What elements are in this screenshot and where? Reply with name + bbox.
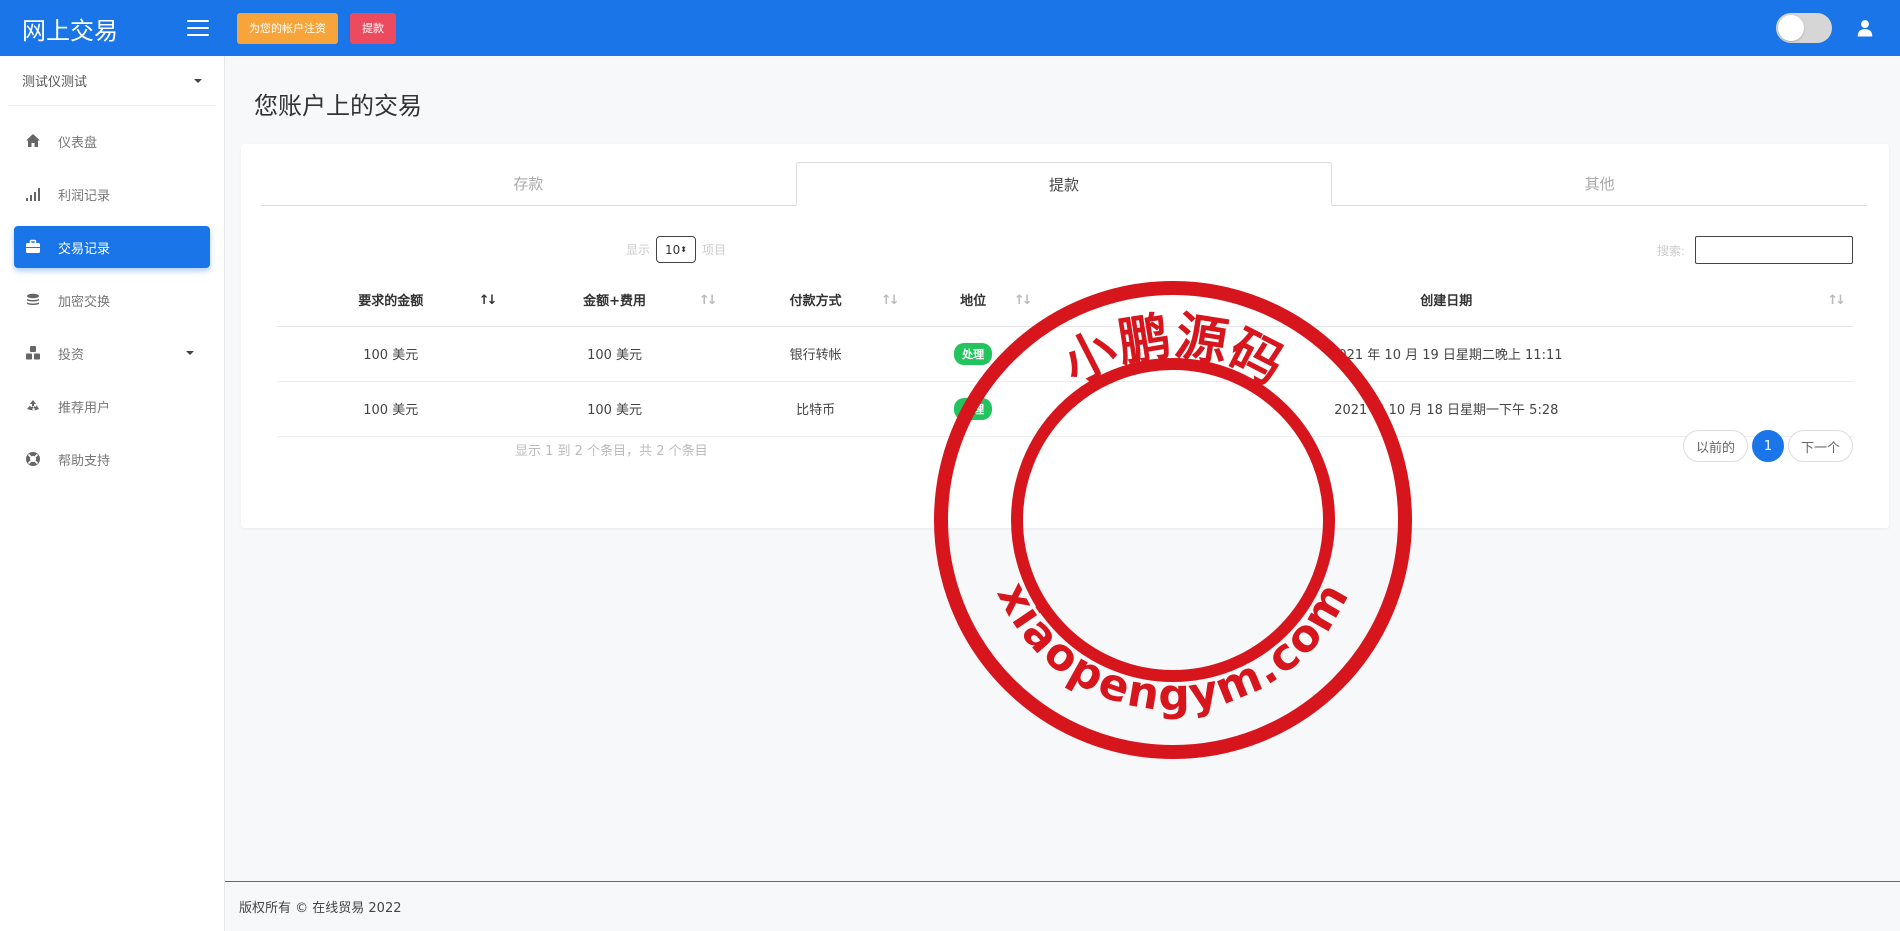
- home-icon: [24, 132, 42, 150]
- signal-bars-icon: [24, 185, 42, 203]
- status-badge: 处理: [954, 397, 993, 420]
- tab-withdraw[interactable]: 提款: [795, 162, 1333, 206]
- tab-other[interactable]: 其他: [1332, 162, 1867, 205]
- sidebar-item-label: 帮助支持: [58, 453, 111, 469]
- cell-status: 处理: [906, 381, 1040, 437]
- sidebar-item-referrals[interactable]: 推荐用户: [14, 385, 210, 427]
- brand-area: 网上交易: [0, 11, 225, 46]
- sidebar-nav: 仪表盘 利润记录 交易记录 加密交换 投资 推荐用户 帮助支持: [0, 106, 224, 480]
- toggle-knob: [1778, 15, 1804, 41]
- cell-date: 2021 年 10 月 18 日星期一下午 5:28: [1039, 381, 1853, 437]
- cell-amount-fee: 100 美元: [504, 326, 725, 382]
- transaction-tabs: 存款 提款 其他: [261, 162, 1867, 206]
- transactions-table: 要求的金额 ↑↓ 金额+费用 ↑↓ 付款方式 ↑↓ 地位 ↑↓ 创建日期 ↑↓ 100 美…: [277, 274, 1853, 437]
- sidebar-item-dashboard[interactable]: 仪表盘: [14, 120, 210, 162]
- search-label: 搜索:: [1656, 243, 1685, 258]
- sort-icon: ↑↓: [880, 293, 900, 308]
- fund-account-button[interactable]: 为您的帐户注资: [237, 12, 338, 44]
- pagination-prev-button[interactable]: 以前的: [1682, 430, 1748, 462]
- search-input[interactable]: [1695, 236, 1853, 264]
- cell-amount: 100 美元: [277, 381, 505, 437]
- brand-title[interactable]: 网上交易: [22, 11, 118, 46]
- page-length-value: 10: [665, 242, 681, 257]
- sort-icon: ↑↓: [1013, 293, 1033, 308]
- sidebar-item-label: 仪表盘: [58, 135, 98, 151]
- sort-icon: ↑↓: [478, 293, 498, 308]
- cell-method: 比特币: [724, 381, 907, 437]
- sidebar-item-label: 推荐用户: [58, 400, 111, 416]
- column-header-payment-method[interactable]: 付款方式 ↑↓: [724, 274, 907, 327]
- sidebar-item-label: 利润记录: [58, 188, 111, 204]
- cell-date: 2021 年 10 月 19 日星期二晚上 11:11: [1039, 326, 1853, 382]
- account-selector[interactable]: 测试仪测试: [8, 56, 216, 106]
- withdraw-button[interactable]: 提款: [350, 12, 396, 44]
- cubes-icon: [24, 344, 42, 362]
- footer: 版权所有 © 在线贸易 2022: [225, 881, 1900, 931]
- sidebar-item-crypto-exchange[interactable]: 加密交换: [14, 279, 210, 321]
- cell-status: 处理: [906, 326, 1040, 382]
- menu-toggle-icon[interactable]: [187, 20, 209, 36]
- sort-icon: ↑↓: [1827, 293, 1846, 308]
- top-right-controls: [1776, 13, 1900, 43]
- length-prefix: 显示: [626, 243, 651, 257]
- column-header-requested-amount[interactable]: 要求的金额 ↑↓: [277, 274, 505, 327]
- cell-amount-fee: 100 美元: [504, 381, 725, 437]
- support-icon: [24, 450, 42, 468]
- table-row: 100 美元 100 美元 比特币 处理 2021 年 10 月 18 日星期一…: [277, 381, 1853, 437]
- sort-icon: ↑↓: [698, 293, 718, 308]
- page-length-control: 显示 10 ⬍ 项目: [626, 236, 726, 263]
- coins-icon: [24, 291, 42, 309]
- sidebar-item-help-support[interactable]: 帮助支持: [14, 438, 210, 480]
- length-suffix: 项目: [702, 243, 727, 257]
- sidebar-item-label: 投资: [58, 347, 85, 363]
- pagination-page-button[interactable]: 1: [1751, 430, 1784, 462]
- pagination-next-button[interactable]: 下一个: [1787, 430, 1853, 462]
- account-name: 测试仪测试: [22, 75, 88, 90]
- sidebar-item-transaction-records[interactable]: 交易记录: [14, 226, 210, 268]
- column-header-status[interactable]: 地位 ↑↓: [906, 274, 1040, 327]
- briefcase-icon: [24, 238, 42, 256]
- transactions-card: 存款 提款 其他 显示 10 ⬍ 项目 搜索: 要求的金额 ↑↓ 金额+费用 ↑↓ 付…: [241, 144, 1889, 528]
- user-icon[interactable]: [1856, 19, 1874, 37]
- theme-toggle[interactable]: [1776, 13, 1832, 43]
- chevron-down-icon: [194, 78, 202, 83]
- sidebar-item-label: 加密交换: [58, 294, 111, 310]
- sidebar-item-label: 交易记录: [58, 241, 111, 257]
- watermark-bottom-text: xiaopengym.com: [987, 573, 1360, 721]
- sidebar-item-investment[interactable]: 投资: [14, 332, 210, 374]
- cell-method: 银行转帐: [724, 326, 907, 382]
- column-header-amount-fee[interactable]: 金额+费用 ↑↓: [504, 274, 725, 327]
- status-badge: 处理: [954, 342, 993, 365]
- cell-amount: 100 美元: [277, 326, 505, 382]
- page-title: 您账户上的交易: [254, 92, 422, 120]
- chevron-down-icon: [186, 351, 194, 355]
- footer-copyright: 版权所有 © 在线贸易 2022: [239, 901, 402, 916]
- table-row: 100 美元 100 美元 银行转帐 处理 2021 年 10 月 19 日星期…: [277, 326, 1853, 382]
- pagination: 以前的 1 下一个: [1682, 430, 1853, 462]
- column-header-created-date[interactable]: 创建日期 ↑↓: [1039, 274, 1853, 327]
- page-length-select[interactable]: 10 ⬍: [656, 236, 697, 263]
- sidebar-item-profit-records[interactable]: 利润记录: [14, 173, 210, 215]
- recycle-icon: [24, 397, 42, 415]
- sidebar: 测试仪测试 仪表盘 利润记录 交易记录 加密交换 投资 推荐用户 帮助支持: [0, 56, 225, 931]
- tab-deposit[interactable]: 存款: [261, 162, 796, 205]
- search-control: 搜索:: [1657, 236, 1853, 264]
- table-info: 显示 1 到 2 个条目，共 2 个条目: [515, 444, 708, 459]
- table-header-row: 要求的金额 ↑↓ 金额+费用 ↑↓ 付款方式 ↑↓ 地位 ↑↓ 创建日期 ↑↓: [277, 274, 1853, 327]
- main-content: 您账户上的交易 存款 提款 其他 显示 10 ⬍ 项目 搜索: 要求的金额 ↑↓ 金…: [225, 56, 1900, 881]
- top-navbar: 网上交易 为您的帐户注资 提款: [0, 0, 1900, 56]
